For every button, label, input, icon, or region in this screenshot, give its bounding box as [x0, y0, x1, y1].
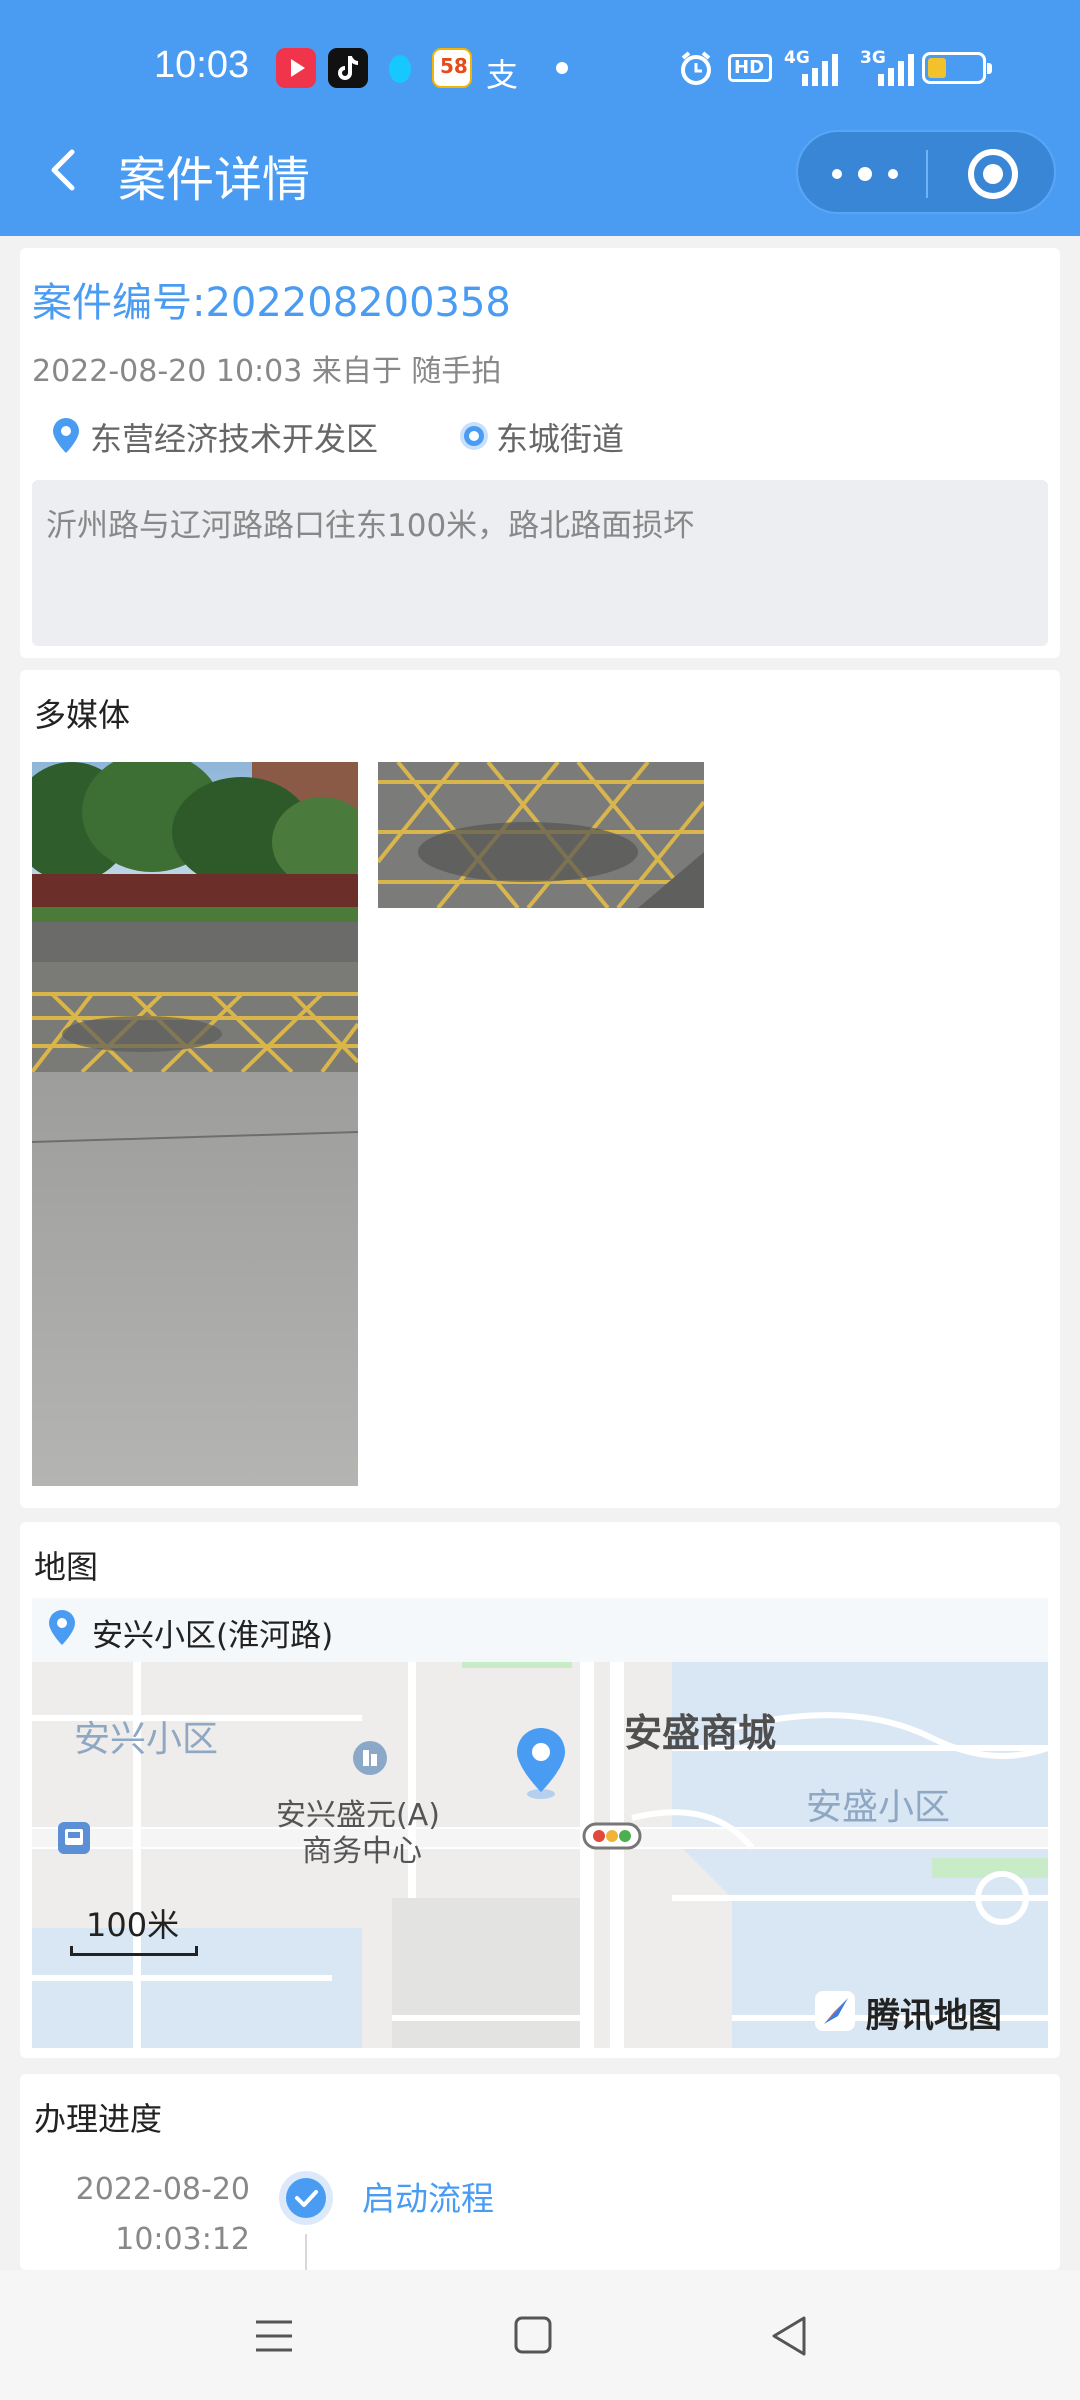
progress-card: 办理进度 2022-08-20 10:03:12 启动流程 — [20, 2074, 1060, 2270]
hd-label: HD — [734, 57, 765, 78]
status-time: 10:03 — [154, 44, 250, 86]
qq-icon — [380, 48, 420, 88]
hd-badge: HD — [728, 54, 772, 82]
video-app-icon — [276, 48, 316, 88]
back-nav-button[interactable] — [768, 2314, 812, 2358]
status-bar: 10:03 58 支 HD 4G 3G — [0, 0, 1080, 130]
map-label-ansheng-mall: 安盛商城 — [624, 1711, 777, 1755]
progress-step-label[interactable]: 启动流程 — [362, 2172, 494, 2220]
more-notifications-dot — [556, 62, 568, 74]
map-scale-label: 100米 — [86, 1906, 180, 1944]
page-title: 案件详情 — [118, 152, 311, 208]
description-text: 沂州路与辽河路路口往东100米，路北路面损坏 — [46, 508, 695, 544]
alarm-icon — [681, 51, 711, 85]
battery-level — [928, 58, 946, 78]
map-location-name: 安兴小区(淮河路) — [92, 1618, 334, 1654]
step-check-icon — [279, 2171, 333, 2225]
tencent-map-label: 腾讯地图 — [866, 1996, 1002, 2036]
tencent-map-logo: 腾讯地图 — [814, 1982, 1044, 2038]
map-scale: 100米 — [70, 1900, 200, 1960]
top-bar: 10:03 58 支 HD 4G 3G 案件详情 — [0, 0, 1080, 236]
case-info-card: 案件编号:202208200358 2022-08-20 10:03 来自于 随… — [20, 248, 1060, 658]
target-location-icon — [460, 422, 488, 450]
bus-stop-icon — [58, 1822, 90, 1854]
media-card: 多媒体 — [20, 670, 1060, 1508]
close-miniprogram-button[interactable] — [968, 149, 1018, 199]
map-title: 地图 — [34, 1548, 99, 1586]
signal-4g: 4G — [784, 48, 844, 88]
road-damage-photo-1[interactable] — [32, 762, 358, 1486]
alipay-glyph: 支 — [486, 56, 519, 94]
map-location-bar: 安兴小区(淮河路) — [32, 1598, 1048, 1662]
progress-date: 2022-08-20 — [75, 2172, 250, 2207]
recent-apps-button[interactable] — [252, 2314, 296, 2358]
description-box: 沂州路与辽河路路口往东100米，路北路面损坏 — [32, 480, 1048, 646]
miniprogram-capsule — [796, 130, 1056, 214]
progress-title: 办理进度 — [34, 2100, 163, 2138]
system-nav-bar — [0, 2270, 1080, 2400]
back-button[interactable] — [38, 140, 88, 200]
road-damage-photo-2[interactable] — [378, 762, 704, 908]
home-button[interactable] — [512, 2314, 556, 2358]
58-app-label: 58 — [440, 54, 468, 78]
map-view[interactable]: 安兴小区(淮河路) 安兴小区 安盛商城 安盛小区 安兴盛元(A) 商务中心 10… — [32, 1598, 1048, 2048]
map-marker-icon — [517, 1728, 565, 1799]
media-title: 多媒体 — [34, 696, 131, 734]
map-card: 地图 安兴小区(淮河路) 安兴小区 安盛商城 安盛小区 安兴盛元(A) 商务中心… — [20, 1522, 1060, 2058]
more-menu-button[interactable] — [828, 152, 908, 196]
case-meta: 2022-08-20 10:03 来自于 随手拍 — [32, 354, 502, 389]
location-pin-icon — [49, 1610, 75, 1645]
location-pin-icon — [53, 418, 79, 453]
58-app-icon: 58 — [432, 48, 472, 88]
street-label: 东城街道 — [496, 420, 625, 458]
traffic-light-icon — [582, 1822, 642, 1850]
timeline-line — [305, 2234, 307, 2270]
map-label-center-line2: 商务中心 — [302, 1834, 422, 1869]
map-label-ansheng-community: 安盛小区 — [806, 1787, 951, 1828]
progress-time: 10:03:12 — [115, 2222, 250, 2257]
office-poi-icon — [353, 1741, 387, 1775]
back-arrow-icon — [51, 149, 75, 191]
case-number: 案件编号:202208200358 — [32, 280, 511, 326]
district-label: 东营经济技术开发区 — [90, 420, 379, 458]
battery-icon — [922, 52, 992, 84]
map-label-anxing: 安兴小区 — [74, 1719, 219, 1760]
tiktok-icon — [328, 48, 368, 88]
alipay-icon: 支 — [484, 48, 524, 94]
tencent-map-logo-icon — [815, 1991, 855, 2031]
signal-3g: 3G — [860, 48, 920, 88]
